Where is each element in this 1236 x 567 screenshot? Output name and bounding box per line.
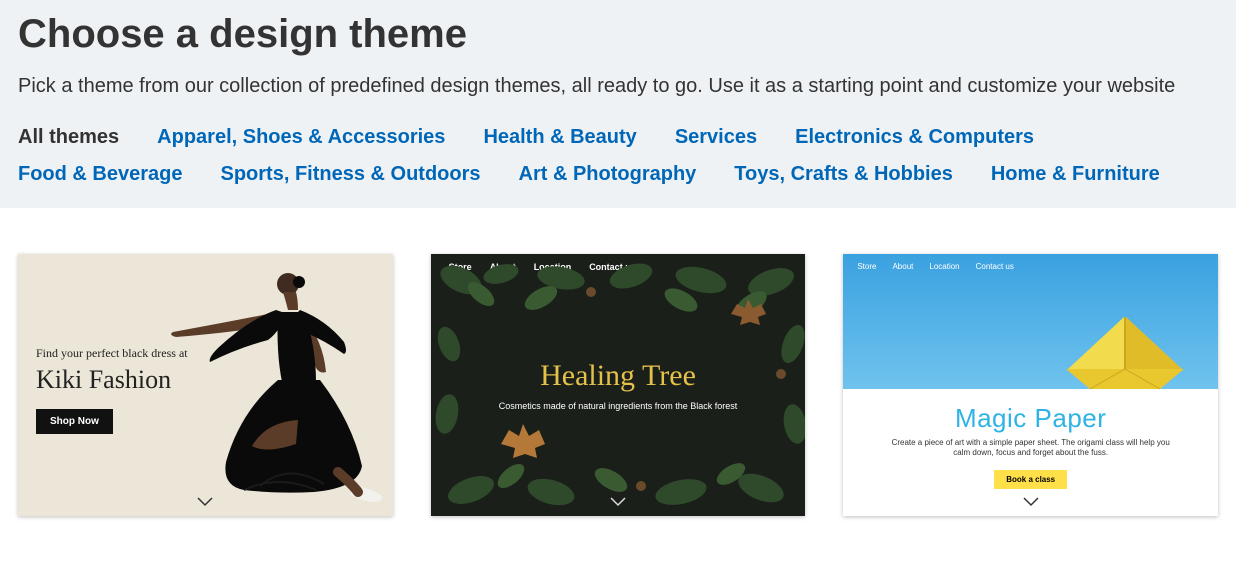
magic-brand: Magic Paper: [873, 403, 1188, 434]
page-subtitle: Pick a theme from our collection of pred…: [18, 75, 1218, 98]
category-health-beauty[interactable]: Health & Beauty: [483, 126, 636, 149]
page-title: Choose a design theme: [18, 12, 1218, 57]
kiki-shop-now-button: Shop Now: [36, 409, 113, 434]
magic-body: Magic Paper Create a piece of art with a…: [843, 389, 1218, 489]
chevron-down-icon: [197, 494, 213, 510]
category-electronics[interactable]: Electronics & Computers: [795, 126, 1034, 149]
healing-brand: Healing Tree: [468, 359, 768, 393]
magic-nav-about: About: [892, 262, 913, 271]
category-tabs: All themes Apparel, Shoes & Accessories …: [18, 126, 1218, 186]
origami-boat-icon: [1060, 311, 1190, 391]
category-food-beverage[interactable]: Food & Beverage: [18, 163, 182, 186]
kiki-brand: Kiki Fashion: [36, 365, 206, 395]
category-toys-crafts[interactable]: Toys, Crafts & Hobbies: [734, 163, 953, 186]
kiki-tagline: Find your perfect black dress at: [36, 346, 206, 361]
kiki-text-block: Find your perfect black dress at Kiki Fa…: [36, 346, 206, 434]
chevron-down-icon: [610, 494, 626, 510]
magic-nav-store: Store: [857, 262, 876, 271]
category-apparel[interactable]: Apparel, Shoes & Accessories: [157, 126, 445, 149]
header-section: Choose a design theme Pick a theme from …: [0, 0, 1236, 208]
magic-nav: Store About Location Contact us: [843, 254, 1218, 279]
magic-book-class-button: Book a class: [994, 470, 1067, 489]
category-art-photography[interactable]: Art & Photography: [519, 163, 697, 186]
category-home-furniture[interactable]: Home & Furniture: [991, 163, 1160, 186]
theme-card-kiki-fashion[interactable]: Find your perfect black dress at Kiki Fa…: [18, 254, 393, 516]
theme-card-magic-paper[interactable]: Store About Location Contact us Magic Pa: [843, 254, 1218, 516]
magic-sky: Store About Location Contact us: [843, 254, 1218, 389]
theme-card-healing-tree[interactable]: Store About Location Contact us: [431, 254, 806, 516]
magic-nav-contact: Contact us: [976, 262, 1014, 271]
magic-description: Create a piece of art with a simple pape…: [886, 438, 1176, 459]
healing-subtitle: Cosmetics made of natural ingredients fr…: [468, 401, 768, 411]
themes-grid: Find your perfect black dress at Kiki Fa…: [0, 208, 1236, 536]
category-sports[interactable]: Sports, Fitness & Outdoors: [220, 163, 480, 186]
chevron-down-icon: [1023, 494, 1039, 510]
category-all-themes[interactable]: All themes: [18, 126, 119, 149]
magic-nav-location: Location: [929, 262, 959, 271]
category-services[interactable]: Services: [675, 126, 757, 149]
healing-center-text: Healing Tree Cosmetics made of natural i…: [468, 359, 768, 411]
